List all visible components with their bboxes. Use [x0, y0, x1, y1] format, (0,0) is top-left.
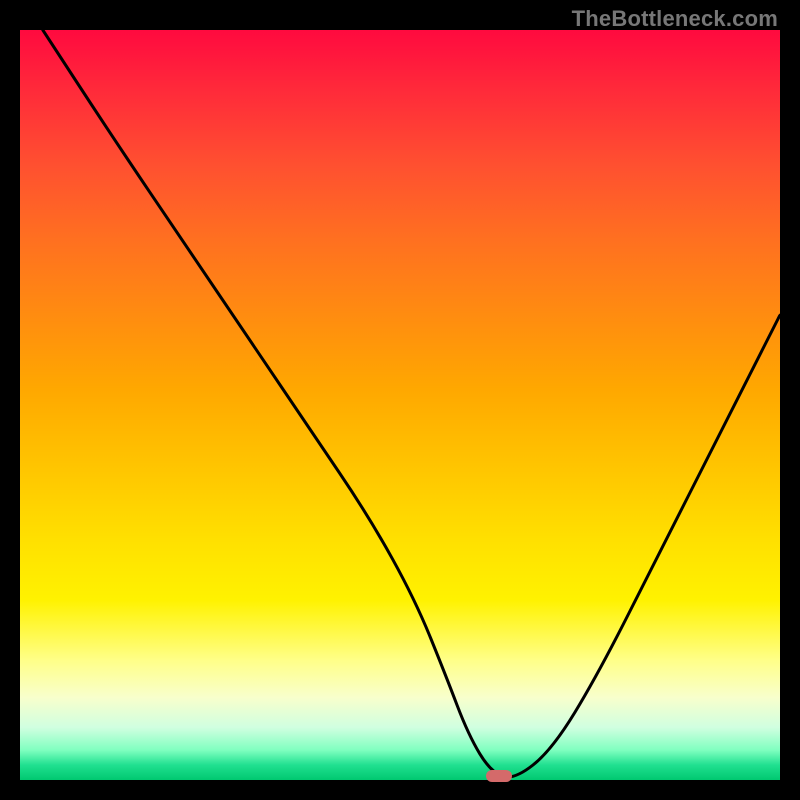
chart-container: TheBottleneck.com	[0, 0, 800, 800]
watermark-text: TheBottleneck.com	[572, 6, 778, 32]
optimal-marker	[486, 770, 512, 782]
plot-area	[20, 30, 780, 780]
bottleneck-curve	[20, 30, 780, 780]
